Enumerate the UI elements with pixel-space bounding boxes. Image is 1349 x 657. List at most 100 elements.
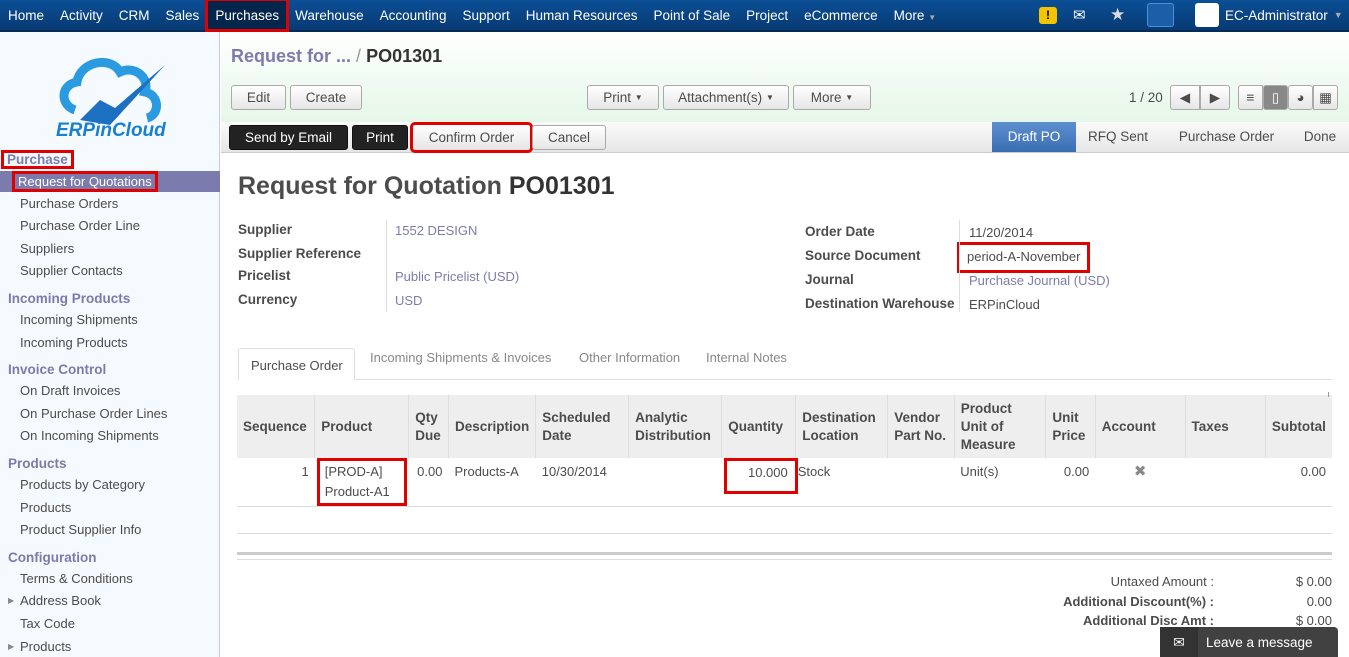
column-header-description[interactable]: Description (447, 395, 536, 458)
tab-label: Purchase Order (251, 358, 343, 373)
column-header-vendor-part-no-[interactable]: Vendor Part No. (887, 395, 955, 458)
column-header-scheduled-date[interactable]: Scheduled Date (535, 395, 629, 458)
tab-other-information[interactable]: Other Information (579, 350, 680, 365)
next-record-button[interactable]: ▶ (1200, 85, 1230, 110)
nav-warehouse[interactable]: Warehouse (287, 0, 372, 30)
warning-icon[interactable]: ! (1039, 0, 1057, 30)
column-header-account[interactable]: Account (1094, 395, 1185, 458)
status-step-draft-po[interactable]: Draft PO (992, 122, 1076, 152)
print-dropdown[interactable]: Print ▼ (587, 85, 659, 110)
pricelist-value[interactable]: Public Pricelist (USD) (395, 269, 519, 284)
column-header-analytic-distribution[interactable]: Analytic Distribution (628, 395, 722, 458)
list-view-icon[interactable]: ≡ (1238, 85, 1263, 110)
breadcrumb: Request for ... / PO01301 (231, 46, 442, 67)
sidebar-item-products-by-category[interactable]: Products by Category (20, 477, 145, 492)
order-date-label: Order Date (805, 224, 875, 239)
currency-value[interactable]: USD (395, 293, 422, 308)
confirm-order-button[interactable]: Confirm Order (410, 122, 533, 153)
sidebar-item-supplier-contacts[interactable]: Supplier Contacts (20, 263, 123, 278)
status-step-rfq-sent[interactable]: RFQ Sent (1078, 122, 1158, 152)
cloud-app-icon[interactable] (1147, 0, 1174, 30)
leave-message-button[interactable]: ✉ Leave a message (1160, 627, 1338, 657)
mail-icon[interactable]: ✉ (1073, 0, 1086, 30)
user-menu[interactable]: EC-Administrator ▼ (1225, 0, 1343, 30)
column-header-product-unit-of-measure[interactable]: Product Unit of Measure (953, 395, 1046, 458)
print-button[interactable]: Print (352, 125, 408, 150)
divider (386, 220, 387, 312)
supplier-reference-label: Supplier Reference (238, 246, 362, 261)
table-row[interactable]: 1 [PROD-A] Product-A1 0.00 Products-A 10… (237, 458, 1332, 507)
sidebar-item-address-book[interactable]: Address Book (20, 593, 101, 608)
cell-subtotal: 0.00 (1265, 458, 1332, 507)
sidebar-item-tax-code[interactable]: Tax Code (20, 616, 75, 631)
cell-product: [PROD-A] Product-A1 (316, 458, 407, 506)
column-header-sequence[interactable]: Sequence (237, 395, 315, 458)
tab-internal-notes[interactable]: Internal Notes (706, 350, 787, 365)
star-icon[interactable]: ★ (1110, 0, 1125, 30)
column-header-product[interactable]: Product (314, 395, 409, 458)
cell-qty-due: 0.00 (408, 458, 449, 507)
column-header-destination-location[interactable]: Destination Location (795, 395, 888, 458)
journal-value[interactable]: Purchase Journal (USD) (969, 273, 1110, 288)
sidebar-item-request-for-quotations[interactable]: Request for Quotations (0, 171, 220, 192)
print-label: Print (603, 90, 632, 105)
statusbar: Send by Email Print Confirm Order Cancel… (221, 122, 1349, 153)
breadcrumb-separator: / (356, 46, 362, 66)
nav-ecommerce[interactable]: eCommerce (796, 0, 886, 30)
column-header-subtotal[interactable]: Subtotal (1264, 395, 1332, 458)
nav-human-resources[interactable]: Human Resources (518, 0, 646, 30)
column-header-quantity[interactable]: Quantity (721, 395, 796, 458)
sidebar-item-purchase-order-line[interactable]: Purchase Order Line (20, 218, 140, 233)
nav-crm[interactable]: CRM (111, 0, 158, 30)
main-content: Request for ... / PO01301 Edit Create Pr… (221, 32, 1349, 657)
breadcrumb-parent[interactable]: Request for ... (231, 46, 351, 66)
nav-accounting[interactable]: Accounting (372, 0, 455, 30)
sidebar-item-incoming-products[interactable]: Incoming Products (20, 335, 128, 350)
cancel-button[interactable]: Cancel (532, 125, 606, 150)
tab-incoming-shipments-invoices[interactable]: Incoming Shipments & Invoices (370, 350, 551, 365)
sidebar-item-on-incoming-shipments[interactable]: On Incoming Shipments (20, 428, 159, 443)
calendar-view-icon[interactable]: ▦ (1313, 85, 1338, 110)
nav-project[interactable]: Project (738, 0, 796, 30)
sidebar-item-product-supplier-info[interactable]: Product Supplier Info (20, 522, 141, 537)
tabs-divider (237, 379, 1332, 380)
nav-activity[interactable]: Activity (52, 0, 111, 30)
nav-point-of-sale[interactable]: Point of Sale (646, 0, 739, 30)
supplier-value[interactable]: 1552 DESIGN (395, 223, 477, 238)
column-header-unit-price[interactable]: Unit Price (1045, 395, 1096, 458)
send-by-email-button[interactable]: Send by Email (229, 125, 348, 150)
nav-home[interactable]: Home (0, 0, 52, 30)
form-view-icon[interactable]: ▯ (1263, 85, 1288, 110)
nav-support[interactable]: Support (454, 0, 517, 30)
title-label: Request for Quotation (238, 172, 502, 200)
sidebar-item-on-purchase-order-lines[interactable]: On Purchase Order Lines (20, 406, 167, 421)
column-header-qty-due[interactable]: Qty Due (408, 395, 449, 458)
graph-view-icon[interactable]: ◕ (1288, 85, 1313, 110)
sidebar-item-incoming-shipments[interactable]: Incoming Shipments (20, 312, 138, 327)
expand-arrow-icon[interactable]: ▶ (8, 642, 14, 651)
expand-arrow-icon[interactable]: ▶ (8, 596, 14, 605)
nav-purchases[interactable]: Purchases (205, 0, 290, 32)
edit-button[interactable]: Edit (231, 85, 286, 110)
sidebar-item-purchase-orders[interactable]: Purchase Orders (20, 196, 118, 211)
status-step-done[interactable]: Done (1295, 122, 1345, 152)
previous-record-button[interactable]: ◀ (1170, 85, 1200, 110)
sidebar-item-terms-conditions[interactable]: Terms & Conditions (20, 571, 133, 586)
attachments-dropdown[interactable]: Attachment(s) ▼ (663, 85, 789, 110)
more-dropdown[interactable]: More ▼ (793, 85, 871, 110)
destination-warehouse-value: ERPinCloud (969, 297, 1040, 312)
delete-row-icon[interactable]: ✖ (1095, 458, 1185, 507)
nav-more[interactable]: More ▼ (886, 0, 944, 30)
sidebar-section-products: Products (8, 456, 67, 471)
avatar[interactable] (1195, 0, 1219, 30)
column-header-taxes[interactable]: Taxes (1184, 395, 1266, 458)
sidebar-item-suppliers[interactable]: Suppliers (20, 241, 74, 256)
tab-purchase-order[interactable]: Purchase Order (238, 348, 355, 380)
sidebar-item-products[interactable]: Products (20, 500, 71, 515)
create-button[interactable]: Create (290, 85, 362, 110)
chevron-down-icon: ▼ (1333, 10, 1343, 20)
nav-sales[interactable]: Sales (158, 0, 208, 30)
sidebar-item-products[interactable]: Products (20, 639, 71, 654)
status-step-purchase-order[interactable]: Purchase Order (1169, 122, 1284, 152)
sidebar-item-on-draft-invoices[interactable]: On Draft Invoices (20, 383, 120, 398)
